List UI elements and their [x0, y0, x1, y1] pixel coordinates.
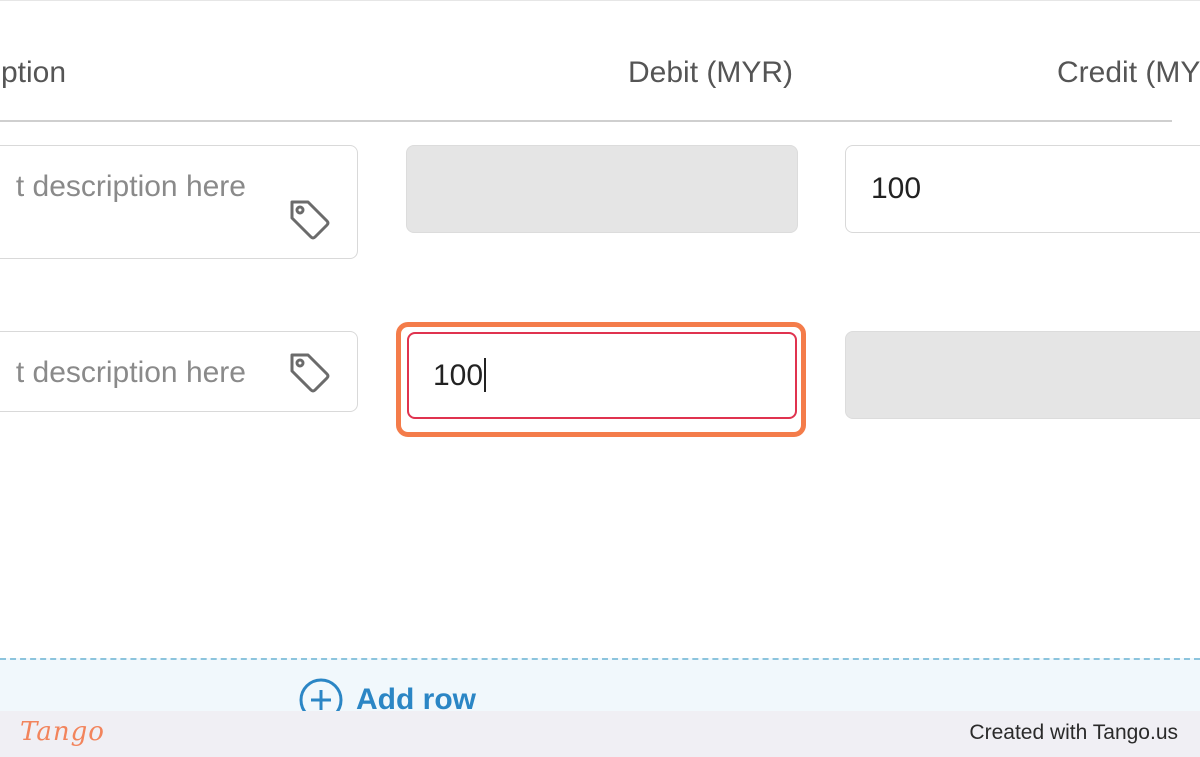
column-header-debit: Debit (MYR) — [628, 56, 794, 89]
description-field-row-2[interactable]: t description here — [0, 331, 358, 412]
debit-field-value: 100 — [433, 359, 484, 392]
journal-entry-table: iption Debit (MYR) Credit (MY t descript… — [0, 0, 1200, 757]
tag-icon[interactable] — [284, 194, 334, 244]
header-divider — [0, 120, 1172, 122]
description-field-row-1[interactable]: t description here — [0, 145, 358, 259]
tango-logo: Tango — [20, 717, 105, 747]
debit-field-row-2[interactable]: 100 — [407, 332, 797, 419]
credit-field-row-1[interactable]: 100 — [845, 145, 1200, 233]
tango-footer: Tango Created with Tango.us — [0, 711, 1200, 757]
created-with-text: Created with Tango.us — [969, 721, 1178, 744]
description-placeholder: t description here — [15, 170, 246, 203]
column-header-description: iption — [0, 56, 66, 89]
text-cursor — [484, 358, 487, 393]
description-placeholder: t description here — [15, 356, 246, 389]
column-header-credit: Credit (MY — [1057, 56, 1200, 89]
credit-field-row-2 — [845, 331, 1200, 419]
debit-field-row-1 — [406, 145, 798, 233]
tag-icon[interactable] — [284, 347, 334, 397]
